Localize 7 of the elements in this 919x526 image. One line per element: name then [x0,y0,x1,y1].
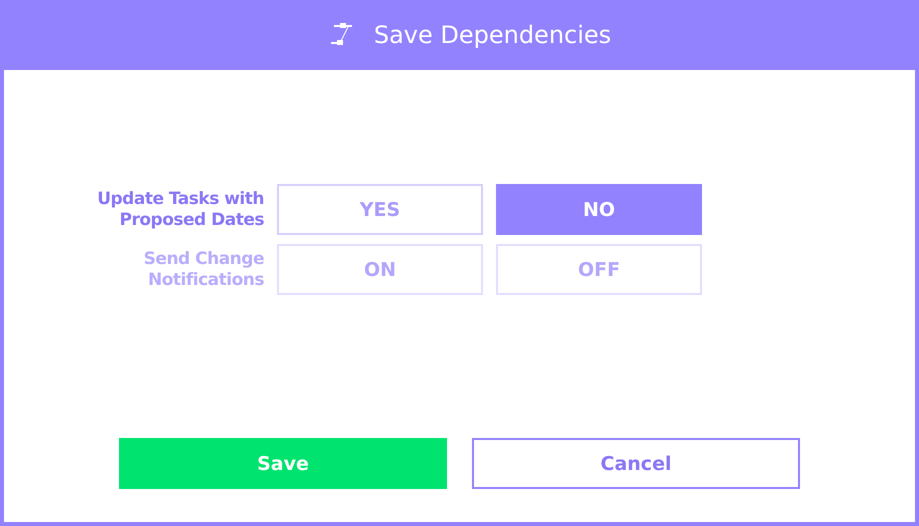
cancel-button[interactable]: Cancel [472,438,800,489]
save-button[interactable]: Save [119,438,447,489]
window-title: Save Dependencies [374,21,612,49]
setting-label: Send Change Notifications [142,248,264,290]
toggle-option[interactable]: YES [277,184,483,235]
toggle-option[interactable]: NO [496,184,702,235]
setting-label: Update Tasks with Proposed Dates [96,188,264,230]
